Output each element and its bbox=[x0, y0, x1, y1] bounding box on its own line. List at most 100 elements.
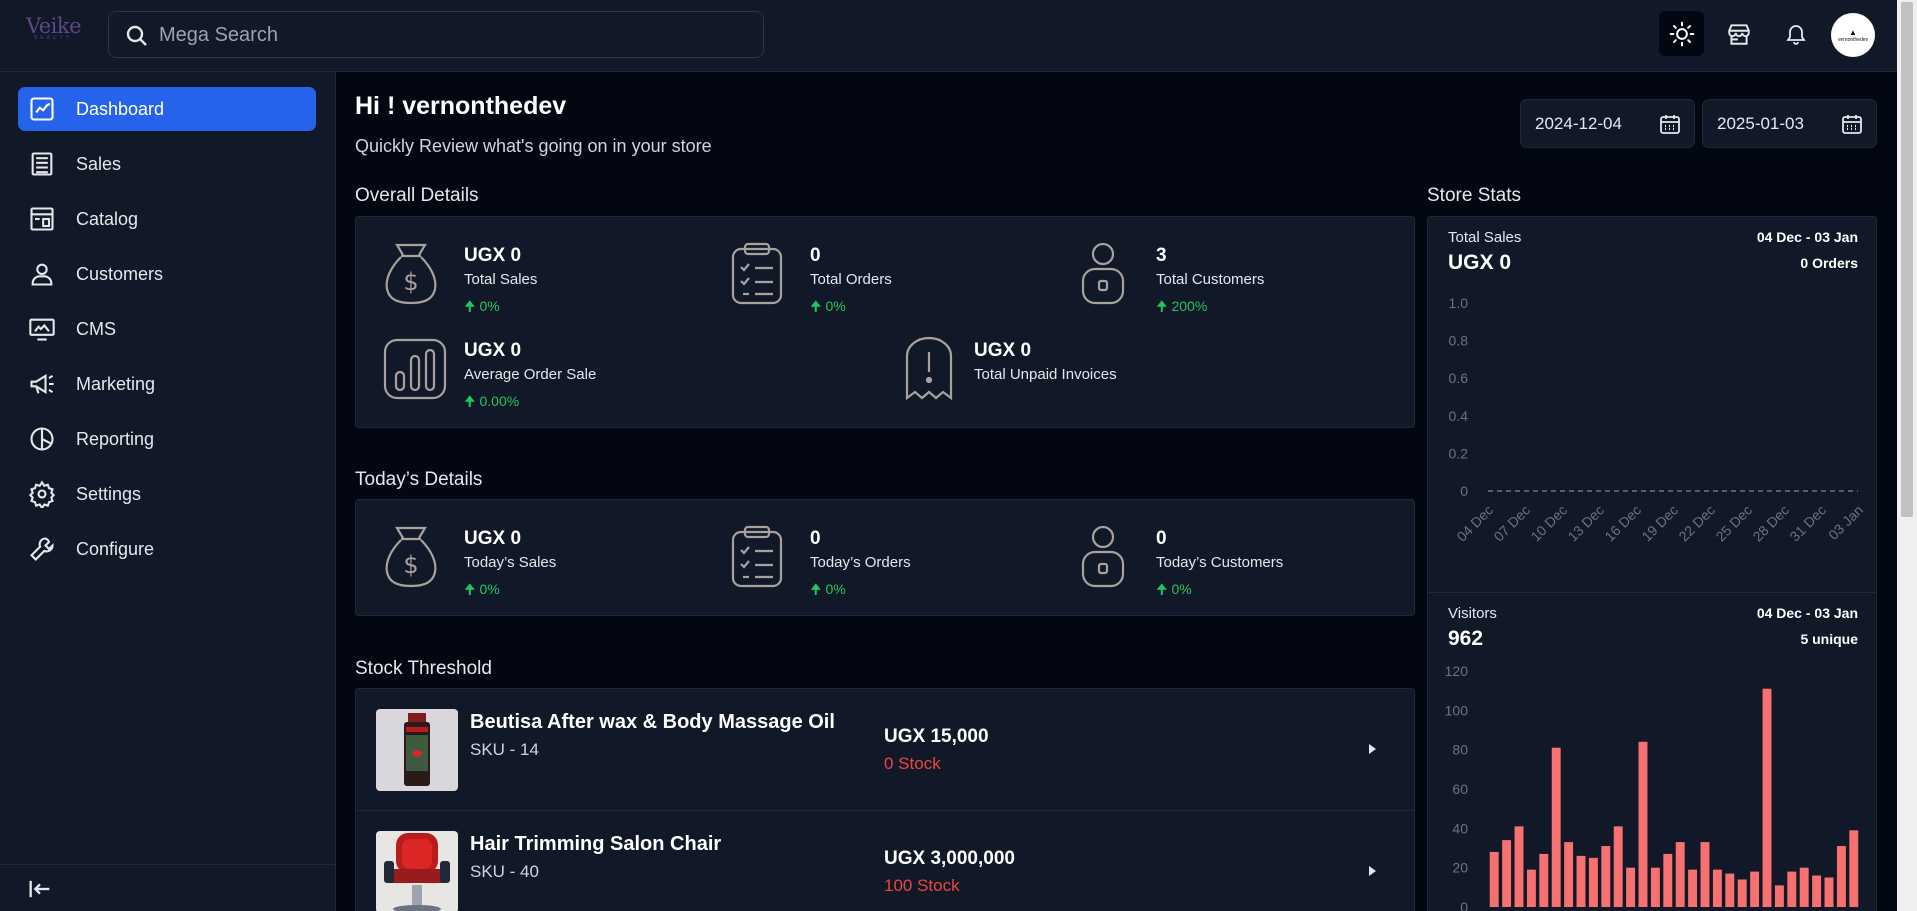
y-tick-label: 0.8 bbox=[1449, 333, 1469, 349]
date-to-field[interactable]: 2025-01-03 bbox=[1702, 99, 1877, 148]
product-name[interactable]: Hair Trimming Salon Chair bbox=[470, 833, 721, 856]
sidebar-item-catalog[interactable]: Catalog bbox=[18, 197, 316, 241]
visitors-bar bbox=[1712, 869, 1722, 907]
sidebar-item-settings[interactable]: Settings bbox=[18, 472, 316, 516]
sun-icon bbox=[1669, 21, 1694, 46]
visitors-bar-chart: 120 100 80 60 40 20 0 bbox=[1445, 663, 1859, 911]
visitors-panel-range: 04 Dec - 03 Jan bbox=[1756, 605, 1858, 621]
customers-icon bbox=[31, 263, 53, 286]
cms-icon bbox=[29, 318, 55, 341]
sidebar-item-configure[interactable]: Configure bbox=[18, 527, 316, 571]
sidebar-item-customers[interactable]: Customers bbox=[18, 252, 316, 296]
sales-line-chart: 1.0 0.8 0.6 0.4 0.2 0 04 Dec07 Dec10 Dec13 Dec… bbox=[1449, 295, 1867, 545]
sidebar-item-label: Reporting bbox=[76, 428, 155, 449]
sidebar-item-label: Marketing bbox=[76, 373, 156, 394]
brand-tagline: BEAUTY bbox=[33, 35, 72, 41]
stat-label: Total Sales bbox=[464, 271, 538, 288]
caret-right-icon[interactable] bbox=[1365, 742, 1379, 756]
visitors-bar bbox=[1576, 855, 1586, 907]
visitors-bar bbox=[1663, 853, 1673, 907]
search-icon bbox=[126, 25, 147, 46]
x-tick-label: 07 Dec bbox=[1490, 502, 1533, 545]
bell-icon bbox=[1785, 24, 1806, 45]
sales-icon bbox=[31, 152, 53, 176]
visitors-panel-unique: 5 unique bbox=[1800, 631, 1858, 647]
svg-text:$: $ bbox=[403, 551, 418, 579]
list-item[interactable]: Beutisa After wax & Body Massage Oil SKU… bbox=[356, 689, 1414, 811]
caret-right-icon[interactable] bbox=[1365, 864, 1379, 878]
user-badge-icon bbox=[1081, 242, 1125, 305]
stat-change-value: 200% bbox=[1171, 298, 1208, 314]
visitors-bar bbox=[1564, 842, 1574, 907]
overall-details-card: $ UGX 0 Total Sales 🠉 0% 0 Total Orders … bbox=[355, 216, 1415, 428]
sales-panel: Total Sales UGX 0 04 Dec - 03 Jan 0 Orde… bbox=[1428, 217, 1876, 593]
visitors-bar bbox=[1638, 741, 1648, 907]
product-stock: 0 Stock bbox=[884, 754, 941, 773]
product-price: UGX 15,000 bbox=[884, 726, 989, 747]
money-bag-icon: $ bbox=[385, 243, 437, 305]
page-scrollbar[interactable] bbox=[1897, 0, 1917, 911]
sidebar-item-cms[interactable]: CMS bbox=[18, 307, 316, 351]
catalog-icon bbox=[30, 207, 54, 231]
today-details-title: Today’s Details bbox=[355, 469, 483, 490]
visitors-bar bbox=[1514, 826, 1524, 907]
avatar-glyph: ▲ bbox=[1849, 27, 1857, 37]
visitors-bar bbox=[1489, 851, 1499, 907]
y-tick-label: 120 bbox=[1445, 663, 1469, 679]
stat-label: Today’s Sales bbox=[464, 554, 557, 571]
sidebar-item-reporting[interactable]: Reporting bbox=[18, 417, 316, 461]
sidebar: Dashboard Sales Catalog Customers CMS Ma… bbox=[0, 72, 336, 911]
date-from-field[interactable]: 2024-12-04 bbox=[1520, 99, 1695, 148]
y-tick-label: 40 bbox=[1452, 820, 1468, 836]
visitors-bar bbox=[1824, 877, 1834, 907]
visitors-bar bbox=[1737, 879, 1747, 907]
sales-panel-label: Total Sales bbox=[1448, 229, 1522, 246]
product-stock: 100 Stock bbox=[884, 876, 960, 895]
arrow-up-icon: 🠉 bbox=[464, 581, 480, 597]
x-tick-label: 16 Dec bbox=[1601, 502, 1644, 545]
notifications-button[interactable] bbox=[1773, 11, 1818, 56]
x-tick-label: 31 Dec bbox=[1786, 502, 1829, 545]
arrow-up-icon: 🠉 bbox=[464, 393, 480, 409]
sidebar-item-label: Sales bbox=[76, 153, 122, 174]
visitors-bar bbox=[1526, 869, 1536, 907]
sidebar-item-label: Configure bbox=[76, 538, 155, 559]
stat-change-value: 0% bbox=[825, 581, 846, 597]
megaphone-icon bbox=[30, 373, 54, 395]
visitors-bar bbox=[1849, 830, 1859, 907]
visitors-bar bbox=[1774, 885, 1784, 907]
stat-label: Today’s Customers bbox=[1156, 554, 1284, 571]
y-tick-label: 0.4 bbox=[1449, 408, 1469, 424]
visitors-bar bbox=[1799, 867, 1809, 907]
sidebar-item-sales[interactable]: Sales bbox=[18, 142, 316, 186]
sidebar-item-label: Settings bbox=[76, 483, 142, 504]
collapse-sidebar-icon[interactable] bbox=[26, 875, 54, 903]
mega-search[interactable] bbox=[108, 11, 764, 58]
calendar-icon[interactable] bbox=[1658, 112, 1682, 136]
storefront-button[interactable] bbox=[1716, 11, 1761, 56]
date-to-value: 2025-01-03 bbox=[1717, 113, 1804, 133]
brand-logo[interactable]: Veike BEAUTY bbox=[26, 14, 82, 48]
visitors-panel: Visitors 962 04 Dec - 03 Jan 5 unique 12… bbox=[1428, 593, 1876, 911]
sales-panel-value: UGX 0 bbox=[1448, 251, 1512, 274]
x-tick-label: 13 Dec bbox=[1564, 502, 1607, 545]
sidebar-item-marketing[interactable]: Marketing bbox=[18, 362, 316, 406]
calendar-icon[interactable] bbox=[1840, 112, 1864, 136]
scrollbar-thumb[interactable] bbox=[1901, 2, 1913, 517]
theme-toggle-button[interactable] bbox=[1659, 11, 1704, 56]
sidebar-item-dashboard[interactable]: Dashboard bbox=[18, 87, 316, 131]
list-item[interactable]: Hair Trimming Salon Chair SKU - 40 UGX 3… bbox=[356, 811, 1414, 911]
product-name[interactable]: Beutisa After wax & Body Massage Oil bbox=[470, 711, 835, 734]
stat-change: 🠉 0.00% bbox=[464, 391, 519, 415]
pie-chart-icon bbox=[30, 427, 54, 451]
avatar[interactable]: ▲ vernonthedev bbox=[1831, 13, 1875, 57]
stat-label: Total Unpaid Invoices bbox=[974, 366, 1117, 383]
stat-change: 🠉 0% bbox=[810, 579, 846, 603]
sidebar-item-label: CMS bbox=[76, 318, 116, 339]
stock-threshold-title: Stock Threshold bbox=[355, 658, 492, 679]
y-tick-label: 0 bbox=[1460, 483, 1468, 499]
visitors-bar bbox=[1601, 846, 1611, 907]
visitors-bar bbox=[1626, 867, 1636, 907]
visitors-bar bbox=[1750, 871, 1760, 907]
search-input[interactable] bbox=[159, 20, 749, 50]
